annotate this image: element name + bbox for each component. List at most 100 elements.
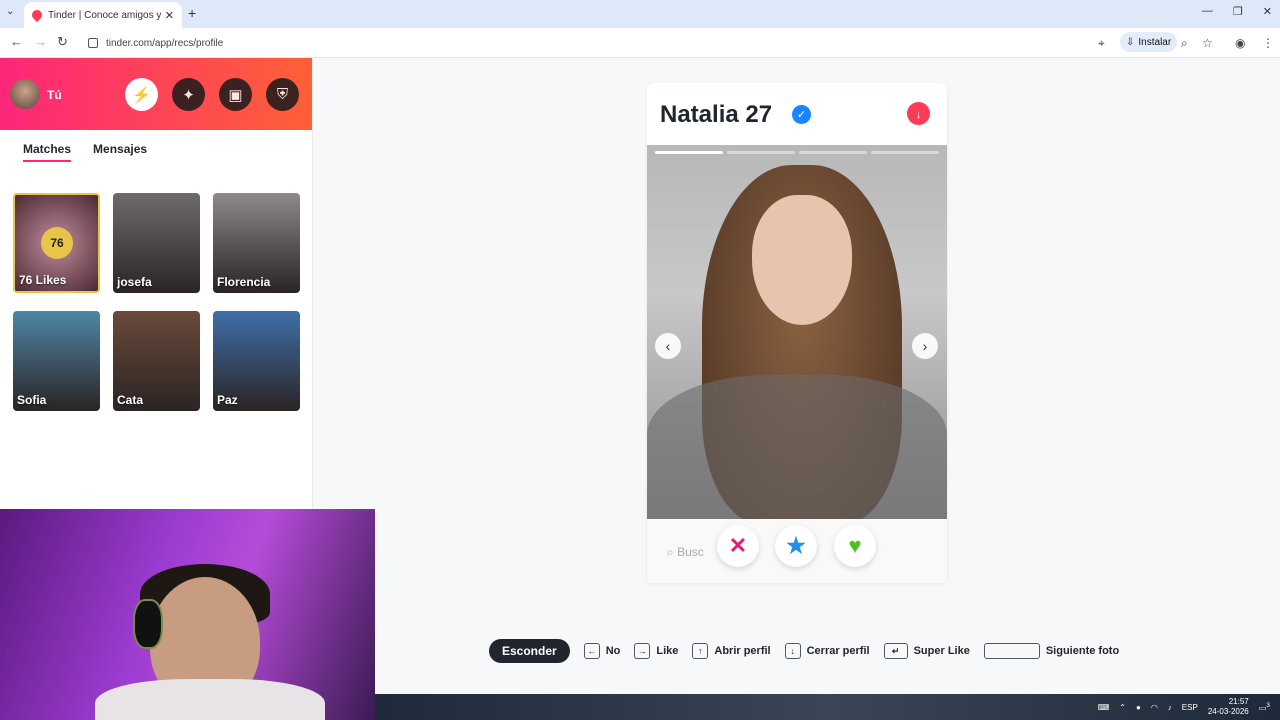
clock-time: 21:57 bbox=[1228, 697, 1249, 706]
match-name: Cata bbox=[117, 393, 144, 407]
chevron-up-icon[interactable]: ⌃ bbox=[1119, 703, 1126, 712]
match-card[interactable]: Florencia bbox=[213, 193, 300, 293]
boost-icon[interactable]: ⚡ bbox=[125, 78, 158, 111]
shortcut-label: Abrir perfil bbox=[714, 645, 771, 657]
shortcut-open-profile: ↑ Abrir perfil bbox=[692, 643, 771, 659]
close-profile-arrow-icon[interactable]: ↓ bbox=[907, 102, 930, 125]
notifications-icon[interactable]: ▭3 bbox=[1259, 702, 1270, 713]
my-avatar[interactable] bbox=[10, 79, 40, 109]
forward-icon[interactable]: → bbox=[34, 34, 47, 49]
my-profile-label[interactable]: Tú bbox=[47, 88, 62, 102]
photo-progress-bars bbox=[655, 151, 939, 154]
tab-mensajes[interactable]: Mensajes bbox=[93, 142, 147, 162]
clock[interactable]: 21:57 24-03-2026 bbox=[1208, 697, 1249, 717]
photo-body bbox=[647, 375, 947, 519]
match-name: Paz bbox=[217, 393, 238, 407]
restore-icon[interactable]: ❐ bbox=[1233, 5, 1243, 18]
likes-count-badge: 76 bbox=[41, 227, 73, 259]
install-app-button[interactable]: ⇩ Instalar bbox=[1120, 32, 1178, 52]
likes-label: 76 Likes bbox=[19, 273, 67, 287]
location-icon[interactable]: ⌖ bbox=[1098, 36, 1105, 51]
wifi-icon[interactable]: ◠ bbox=[1151, 703, 1158, 712]
photo-progress-bar bbox=[655, 151, 723, 154]
nope-button[interactable]: ✕ bbox=[717, 525, 759, 567]
volume-icon[interactable]: ♪ bbox=[1168, 703, 1172, 712]
likes-card[interactable]: 76 76 Likes bbox=[13, 193, 100, 293]
webcam-overlay bbox=[0, 509, 375, 720]
hide-shortcuts-button[interactable]: Esconder bbox=[489, 639, 570, 663]
close-window-icon[interactable]: ✕ bbox=[1263, 5, 1272, 18]
safety-shield-icon[interactable]: ⛨ bbox=[266, 78, 299, 111]
shortcut-label: Super Like bbox=[913, 645, 970, 657]
site-info-icon[interactable] bbox=[88, 38, 98, 48]
shortcut-super-like: ↵ Super Like bbox=[883, 643, 970, 659]
photo-face bbox=[752, 195, 852, 325]
match-card[interactable]: josefa bbox=[113, 193, 200, 293]
photo-progress-bar bbox=[799, 151, 867, 154]
language-indicator[interactable]: ESP bbox=[1182, 703, 1198, 712]
shortcut-label: Cerrar perfil bbox=[806, 645, 870, 657]
tab-matches[interactable]: Matches bbox=[23, 142, 72, 162]
browser-tab-bar: ⌄ Tinder | Conoce amigos y gente ✕ + — ❐… bbox=[0, 0, 1280, 28]
explore-compass-icon[interactable]: ✦ bbox=[172, 78, 205, 111]
profile-name-age: Natalia 27 bbox=[660, 101, 773, 128]
shortcut-label: Siguiente foto bbox=[1045, 645, 1120, 657]
space-key-icon bbox=[983, 643, 1040, 659]
install-icon: ⇩ bbox=[1126, 36, 1135, 48]
shortcut-close-profile: ↓ Cerrar perfil bbox=[784, 643, 870, 659]
profile-card: Natalia 27 ✓ ↓ ‹ › ⌕ Busc ✕ ★ ♥ bbox=[647, 83, 947, 583]
next-photo-icon[interactable]: › bbox=[912, 333, 938, 359]
briefcase-icon[interactable]: ▣ bbox=[219, 78, 252, 111]
url-field[interactable]: tinder.com/app/recs/profile bbox=[80, 32, 1220, 54]
match-card[interactable]: Paz bbox=[213, 311, 300, 411]
url-text: tinder.com/app/recs/profile bbox=[106, 37, 224, 49]
left-key-icon: ← bbox=[583, 643, 600, 659]
verified-badge-icon: ✓ bbox=[792, 105, 811, 124]
match-card[interactable]: Cata bbox=[113, 311, 200, 411]
sidebar-header: Tú ⚡ ✦ ▣ ⛨ bbox=[0, 58, 312, 130]
search-placeholder: ⌕ Busc bbox=[667, 545, 704, 559]
shortcut-next-photo: Siguiente foto bbox=[983, 643, 1120, 659]
webcam-shirt bbox=[95, 679, 325, 720]
new-tab-icon[interactable]: + bbox=[188, 5, 196, 21]
profile-photo[interactable]: ‹ › bbox=[647, 145, 947, 519]
shortcut-like: → Like bbox=[634, 643, 678, 659]
like-button[interactable]: ♥ bbox=[834, 525, 876, 567]
profile-bottom: ⌕ Busc ✕ ★ ♥ bbox=[647, 519, 947, 583]
notification-count: 3 bbox=[1266, 701, 1270, 709]
close-tab-icon[interactable]: ✕ bbox=[165, 9, 174, 22]
os-taskbar: ⌨ ⌃ ● ◠ ♪ ESP 21:57 24-03-2026 ▭3 bbox=[375, 694, 1280, 720]
matches-grid: 76 76 Likes josefa Florencia Sofia Cata … bbox=[13, 193, 300, 411]
reload-icon[interactable]: ↻ bbox=[57, 34, 68, 50]
down-key-icon: ↓ bbox=[784, 643, 801, 659]
profile-avatar-icon[interactable]: ◉ bbox=[1235, 36, 1245, 50]
mic-icon[interactable]: ● bbox=[1136, 703, 1141, 712]
sidebar-tabs: Matches Mensajes bbox=[23, 142, 147, 162]
keyboard-icon[interactable]: ⌨ bbox=[1098, 703, 1110, 712]
install-label: Instalar bbox=[1138, 36, 1172, 48]
search-placeholder-text: Busc bbox=[677, 545, 704, 559]
tab-menu-icon[interactable]: ⌄ bbox=[6, 6, 14, 17]
back-icon[interactable]: ← bbox=[10, 34, 23, 49]
photo-progress-bar bbox=[727, 151, 795, 154]
up-key-icon: ↑ bbox=[692, 643, 709, 659]
super-like-button[interactable]: ★ bbox=[775, 525, 817, 567]
browser-menu-icon[interactable]: ⋮ bbox=[1262, 36, 1274, 50]
address-bar-row: ← → ↻ tinder.com/app/recs/profile ⌖ ⇩ In… bbox=[0, 28, 1280, 58]
bookmark-star-icon[interactable]: ☆ bbox=[1202, 36, 1213, 50]
browser-tab[interactable]: Tinder | Conoce amigos y gente ✕ bbox=[24, 2, 182, 28]
prev-photo-icon[interactable]: ‹ bbox=[655, 333, 681, 359]
match-name: Florencia bbox=[217, 275, 271, 289]
tab-title: Tinder | Conoce amigos y gente bbox=[48, 9, 161, 21]
shortcuts-bar: Esconder ← No → Like ↑ Abrir perfil ↓ Cerrar… bbox=[489, 639, 1119, 663]
minimize-icon[interactable]: — bbox=[1202, 5, 1213, 18]
clock-date: 24-03-2026 bbox=[1207, 707, 1249, 716]
zoom-icon[interactable]: ⌕ bbox=[1181, 36, 1188, 51]
right-key-icon: → bbox=[634, 643, 651, 659]
tinder-favicon-icon bbox=[29, 7, 45, 23]
headphones-icon bbox=[133, 599, 163, 649]
match-name: Sofia bbox=[17, 393, 47, 407]
system-tray: ⌨ ⌃ ● ◠ ♪ ESP 21:57 24-03-2026 ▭3 bbox=[1098, 697, 1270, 717]
match-card[interactable]: Sofia bbox=[13, 311, 100, 411]
enter-key-icon: ↵ bbox=[883, 643, 908, 659]
